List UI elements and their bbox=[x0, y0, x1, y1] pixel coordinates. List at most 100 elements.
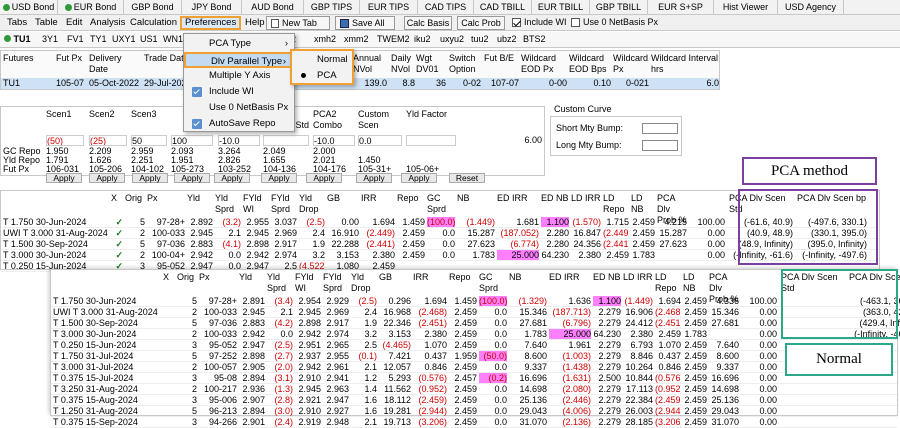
scenario-input[interactable]: (25) bbox=[89, 135, 127, 146]
apply-button[interactable]: Apply bbox=[132, 173, 168, 183]
bond-name: T 1.250 31-Aug-2024 bbox=[53, 406, 138, 416]
top-tab[interactable]: Hist Viewer bbox=[714, 0, 778, 14]
tab-uxyu2[interactable]: uxyu2 bbox=[440, 34, 464, 44]
top-tab[interactable]: EUR TIPS bbox=[360, 0, 418, 14]
bond-cell-ldrepo: (0.576) bbox=[655, 373, 681, 383]
save-all-button[interactable]: Save All bbox=[335, 16, 395, 30]
menu-bar: Tabs Table Edit Analysis Calculation Pre… bbox=[0, 15, 900, 31]
short-mty-bump-input[interactable] bbox=[642, 123, 678, 134]
menu-item-pca-type[interactable]: PCA Type › bbox=[184, 36, 294, 52]
top-tab[interactable]: CAD TBILL bbox=[474, 0, 532, 14]
menu-calculation[interactable]: Calculation bbox=[127, 16, 180, 30]
bond-cell-ldnb: 2.459 bbox=[684, 340, 707, 350]
top-tab[interactable]: GBP Bond bbox=[124, 0, 182, 14]
top-tab[interactable]: CAD TIPS bbox=[418, 0, 474, 14]
long-mty-bump-input[interactable] bbox=[642, 140, 678, 151]
bond-cell-drop: 1.4 bbox=[364, 384, 377, 394]
yld-factor-value[interactable]: 6.00 bbox=[506, 135, 542, 145]
menu-item-use0[interactable]: Use 0 NetBasis Px bbox=[184, 100, 294, 116]
bond-cell-fyld: 2.942 bbox=[298, 329, 321, 339]
apply-button[interactable]: Apply bbox=[401, 173, 437, 183]
apply-button[interactable]: Apply bbox=[174, 173, 210, 183]
apply-button[interactable]: Apply bbox=[356, 173, 392, 183]
tab-us1[interactable]: US1 bbox=[140, 34, 158, 44]
apply-button[interactable]: Apply bbox=[46, 173, 82, 183]
top-tab[interactable]: AUD Bond bbox=[242, 0, 304, 14]
calc-prob-button[interactable]: Calc Prob bbox=[457, 16, 505, 30]
bond-cell-px: 94-266 bbox=[208, 417, 237, 427]
scenario-input[interactable]: 100 bbox=[171, 135, 213, 146]
scenario-input[interactable]: -10.0 bbox=[218, 135, 260, 146]
bond-cell-x[interactable]: ✓ bbox=[111, 217, 123, 228]
tab-xmh2[interactable]: xmh2 bbox=[314, 34, 336, 44]
submenu-item-normal[interactable]: Normal bbox=[292, 52, 352, 68]
apply-button[interactable]: Apply bbox=[261, 173, 297, 183]
bond-name: T 3.250 31-Aug-2024 bbox=[53, 384, 138, 394]
scenario-input[interactable]: (50) bbox=[46, 135, 84, 146]
top-tab[interactable]: USD Bond bbox=[0, 0, 58, 14]
bond-cell-nb: 15.287 bbox=[467, 228, 495, 238]
bond-cell-repo: 2.459 bbox=[454, 362, 477, 372]
bond-cell-edirr: 1.636 bbox=[568, 296, 591, 306]
apply-button[interactable]: Apply bbox=[306, 173, 342, 183]
top-tab[interactable]: GBP TIPS bbox=[304, 0, 360, 14]
top-tab[interactable]: USD Agency bbox=[778, 0, 844, 14]
tab-iku2[interactable]: iku2 bbox=[414, 34, 431, 44]
scenario-input[interactable]: 0.0 bbox=[358, 135, 402, 146]
menu-tabs[interactable]: Tabs bbox=[4, 16, 30, 30]
calc-basis-button[interactable]: Calc Basis bbox=[404, 16, 452, 30]
include-wi-checkbox[interactable]: Include WI bbox=[512, 17, 567, 27]
scenario-input[interactable] bbox=[406, 135, 456, 146]
menu-edit[interactable]: Edit bbox=[63, 16, 85, 30]
new-tab-button[interactable]: New Tab bbox=[266, 16, 330, 30]
use0-netbasis-checkbox[interactable]: Use 0 NetBasis Px bbox=[571, 17, 658, 27]
tab-ubz2[interactable]: ubz2 bbox=[497, 34, 517, 44]
menu-item-include-wi[interactable]: Include WI bbox=[184, 84, 294, 100]
bond-cell-repo: 2.459 bbox=[454, 395, 477, 405]
bond-cell-x[interactable]: ✓ bbox=[111, 228, 123, 239]
tab-tu1[interactable]: TU1 bbox=[4, 34, 31, 44]
bond-header: Orig bbox=[125, 193, 143, 203]
bond-header: Yld Sprd bbox=[267, 272, 287, 293]
menu-analysis[interactable]: Analysis bbox=[87, 16, 128, 30]
bond-cell-x[interactable]: ✓ bbox=[111, 239, 123, 250]
menu-item-dlv-parallel-type[interactable]: Dlv Parallel Type › bbox=[184, 52, 294, 68]
bond-cell-x[interactable]: ✓ bbox=[111, 250, 123, 261]
scenario-input[interactable]: -10.0 bbox=[313, 135, 355, 146]
menu-table[interactable]: Table bbox=[32, 16, 61, 30]
bond-cell-drop: 2.1 bbox=[364, 417, 377, 427]
top-tab[interactable]: EUR TBILL bbox=[532, 0, 590, 14]
apply-button[interactable]: Apply bbox=[89, 173, 125, 183]
tab-uxy1[interactable]: UXY1 bbox=[112, 34, 136, 44]
menu-preferences[interactable]: Preferences bbox=[180, 16, 241, 30]
top-tab[interactable]: EUR S+SP bbox=[648, 0, 714, 14]
tab-ty1[interactable]: TY1 bbox=[90, 34, 107, 44]
futures-header: Wildcard Interval hrs bbox=[651, 53, 719, 74]
bond-cell-edirr: (1.631) bbox=[562, 373, 591, 383]
bond-cell-ldrepo: 2.459 bbox=[658, 329, 681, 339]
bond-cell-irr: 2.380 bbox=[424, 329, 447, 339]
tab-twem2[interactable]: TWEM2 bbox=[377, 34, 410, 44]
scenario-input[interactable] bbox=[263, 135, 309, 146]
tab-tuu2[interactable]: tuu2 bbox=[471, 34, 489, 44]
menu-item-multiple-y-axis[interactable]: Multiple Y Axis bbox=[184, 68, 294, 84]
menu-item-autosave-repo[interactable]: AutoSave Repo bbox=[184, 116, 294, 132]
menu-help[interactable]: Help bbox=[242, 16, 268, 30]
bond-cell-edirr: (187.052) bbox=[500, 228, 539, 238]
tab-3y1[interactable]: 3Y1 bbox=[42, 34, 58, 44]
scenario-input[interactable]: 50 bbox=[131, 135, 167, 146]
new-tab-icon bbox=[271, 18, 279, 28]
tab-wn1[interactable]: WN1 bbox=[163, 34, 183, 44]
apply-button[interactable]: Apply bbox=[214, 173, 250, 183]
top-tab[interactable]: JPY Bond bbox=[182, 0, 242, 14]
reset-button[interactable]: Reset bbox=[449, 173, 485, 183]
submenu-item-pca[interactable]: PCA bbox=[292, 68, 352, 84]
bond-name: T 3.000 30-Jun-2024 bbox=[3, 250, 87, 260]
futures-cell: 139.0 bbox=[364, 78, 387, 88]
top-tab[interactable]: EUR Bond bbox=[58, 0, 124, 14]
bond-cell-yld: 2.883 bbox=[190, 239, 213, 249]
tab-fv1[interactable]: FV1 bbox=[67, 34, 84, 44]
top-tab[interactable]: GBP TBILL bbox=[590, 0, 648, 14]
tab-xmm2[interactable]: xmm2 bbox=[344, 34, 369, 44]
tab-bts2[interactable]: BTS2 bbox=[523, 34, 546, 44]
